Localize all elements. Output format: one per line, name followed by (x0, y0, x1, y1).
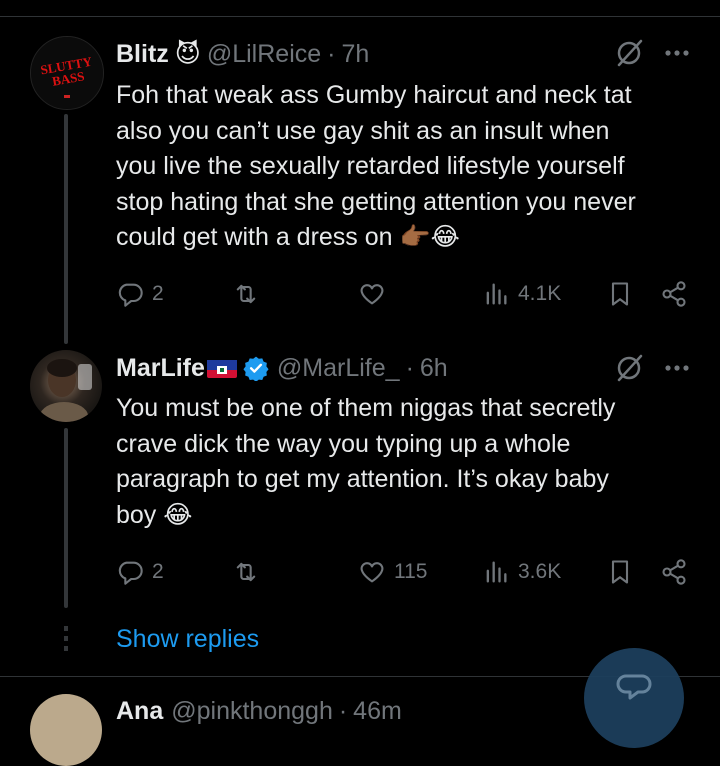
handle[interactable]: @LilReice (207, 40, 321, 69)
like-count: 115 (394, 560, 428, 583)
views-button[interactable]: 3.6K (482, 554, 561, 590)
display-name[interactable]: Blitz (116, 40, 169, 69)
reply-icon (118, 561, 143, 585)
tweet-text-line: boy 😂 (116, 500, 193, 529)
bookmark-icon (611, 282, 629, 306)
share-icon (662, 281, 686, 307)
timestamp[interactable]: 7h (341, 40, 369, 69)
compose-button[interactable] (584, 648, 684, 748)
separator-dot: · (338, 696, 348, 725)
repost-icon (236, 284, 256, 304)
tweet-text-line: also you can’t use gay shit as an insult… (116, 116, 610, 145)
reply-button[interactable]: 2 (116, 276, 164, 312)
like-button[interactable] (358, 276, 394, 312)
show-replies-link[interactable]: Show replies (116, 625, 259, 654)
tweet-actions: 2 115 3.6K (116, 554, 690, 590)
grok-icon[interactable] (614, 38, 644, 68)
timestamp[interactable]: 46m (353, 697, 402, 726)
views-count: 4.1K (518, 282, 562, 305)
tweet-text-line: crave dick the way you typing up a whole (116, 429, 571, 458)
display-name[interactable]: MarLife (116, 354, 205, 383)
name-emoji: 😈 (174, 40, 201, 68)
handle[interactable]: @MarLife_ (277, 354, 400, 383)
grok-icon[interactable] (614, 353, 644, 383)
more-icon[interactable] (664, 364, 690, 372)
like-icon (360, 562, 384, 583)
tweet-text-line: stop hating that she getting attention y… (116, 187, 636, 216)
views-icon (486, 561, 507, 583)
bookmark-button[interactable] (606, 276, 634, 312)
tweet-text: You must be one of them niggas that secr… (116, 391, 706, 533)
like-button[interactable]: 115 (358, 554, 427, 590)
reply-button[interactable]: 2 (116, 554, 164, 590)
reply-count: 2 (152, 560, 164, 583)
handle[interactable]: @pinkthonggh (171, 697, 333, 726)
share-icon (662, 559, 686, 585)
repost-button[interactable] (232, 554, 268, 590)
tweet-header-icons (614, 38, 690, 68)
haiti-flag-icon (206, 358, 237, 378)
separator-dot: · (405, 353, 414, 382)
display-name[interactable]: Ana (116, 697, 163, 726)
top-divider (0, 16, 720, 17)
timestamp[interactable]: 6h (420, 354, 448, 383)
avatar[interactable]: SLUTTY BASS (30, 36, 104, 110)
share-button[interactable] (660, 554, 688, 590)
reply-icon (118, 283, 143, 307)
thread-line (64, 428, 68, 608)
avatar-logo-icon: SLUTTY BASS (31, 37, 103, 109)
tweet-text-line: you live the sexually retarded lifestyle… (116, 152, 625, 180)
tweet-header: MarLife @MarLife_ · 6h (116, 351, 448, 385)
bookmark-button[interactable] (606, 554, 634, 590)
separator-dot: · (327, 39, 336, 68)
tweet-actions: 2 4.1K (116, 276, 690, 312)
tweet-text: Foh that weak ass Gumby haircut and neck… (116, 78, 706, 256)
tweet-header-icons (614, 353, 690, 383)
views-button[interactable]: 4.1K (482, 276, 561, 312)
tweet-header: Blitz 😈 @LilReice · 7h (116, 37, 369, 71)
tweet-text-line: Foh that weak ass Gumby haircut and neck… (116, 81, 632, 109)
views-count: 3.6K (518, 560, 562, 583)
reply-count: 2 (152, 282, 164, 305)
compose-icon (616, 674, 652, 700)
tweet-text-line: You must be one of them niggas that secr… (116, 394, 616, 422)
like-icon (360, 284, 384, 305)
tweet-text-line: paragraph to get my attention. It’s okay… (116, 465, 609, 493)
tweet-header: Ana @pinkthonggh · 46m (116, 694, 402, 728)
avatar-photo-icon (40, 359, 92, 422)
tweet-text-line: could get with a dress on 👉🏾😂 (116, 223, 460, 251)
thread-line (64, 114, 68, 344)
views-icon (486, 283, 507, 305)
bookmark-icon (611, 560, 629, 584)
repost-icon (236, 562, 256, 582)
more-icon[interactable] (664, 49, 690, 57)
share-button[interactable] (660, 276, 688, 312)
thread-dots (64, 626, 68, 656)
avatar[interactable] (30, 694, 102, 766)
repost-button[interactable] (232, 276, 268, 312)
verified-badge-icon (243, 356, 269, 381)
avatar[interactable] (30, 350, 102, 422)
